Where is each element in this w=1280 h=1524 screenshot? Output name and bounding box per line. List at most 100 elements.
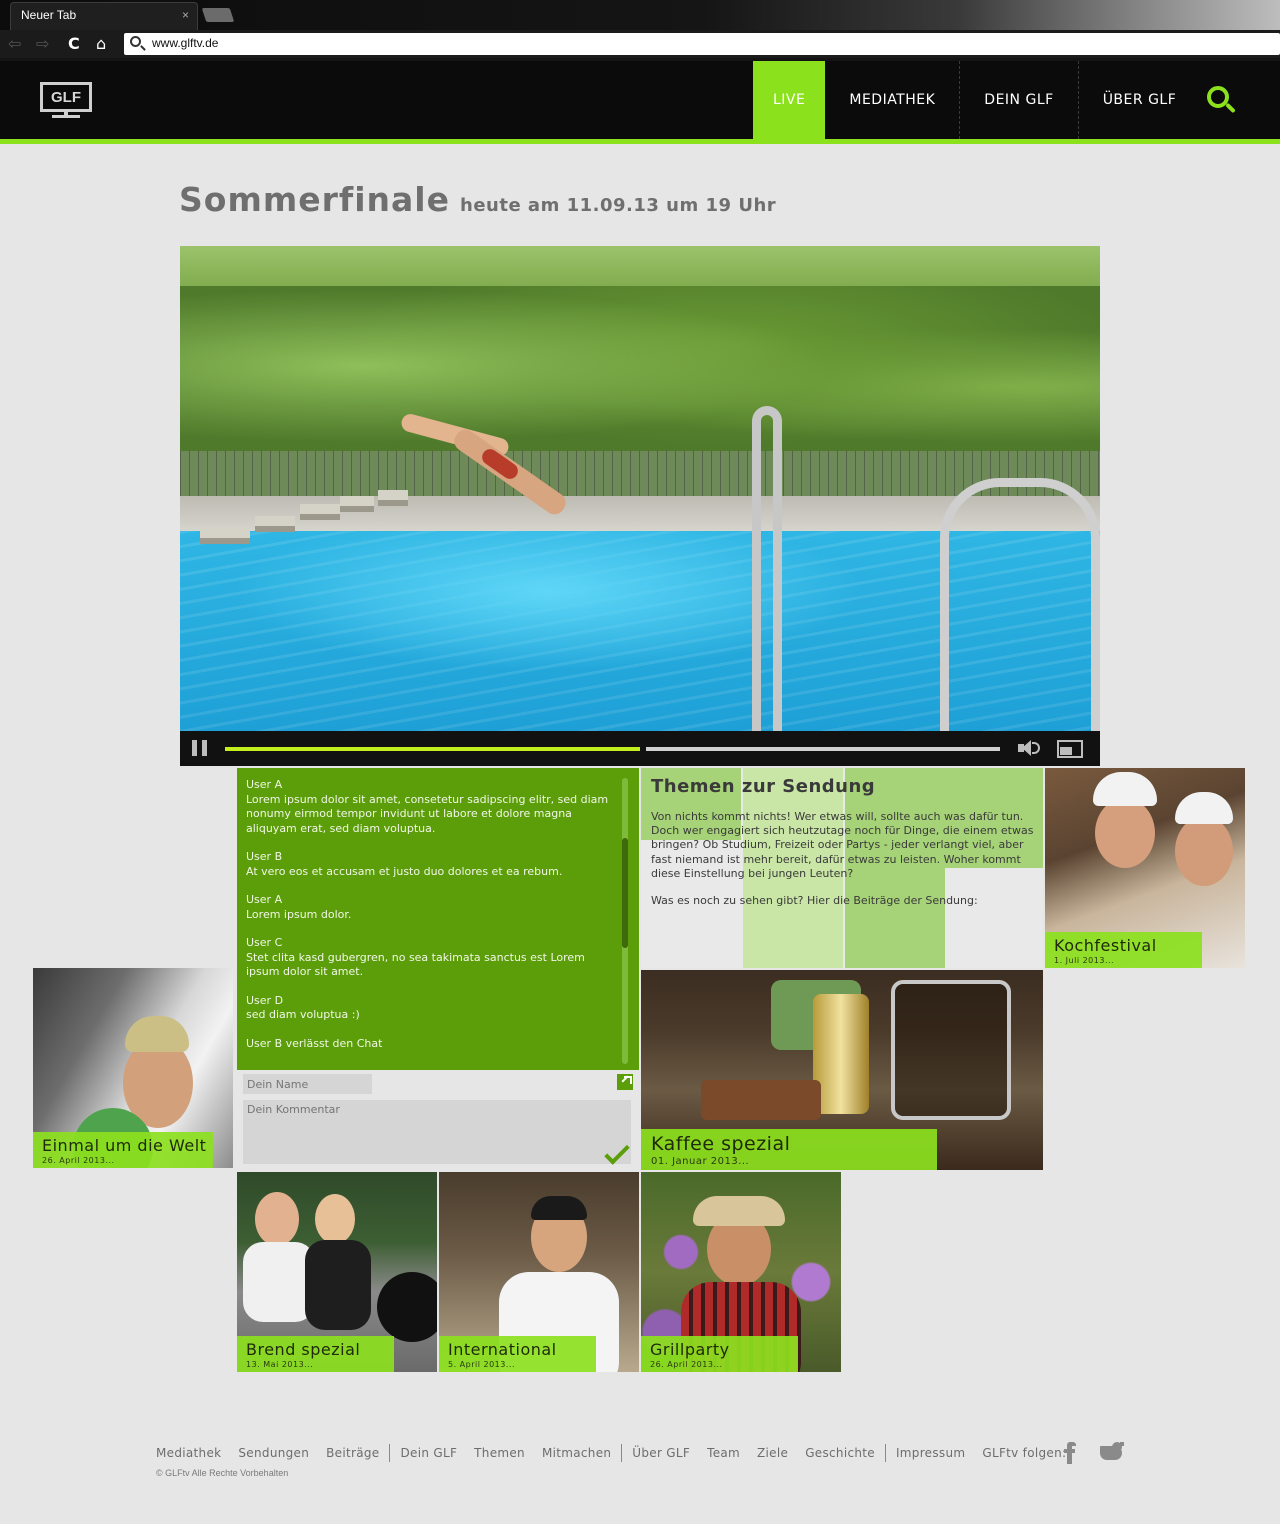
footer-link-mitmachen[interactable]: Mitmachen bbox=[542, 1446, 611, 1460]
footer-link-ziele[interactable]: Ziele bbox=[757, 1446, 788, 1460]
popout-icon[interactable] bbox=[617, 1074, 633, 1090]
video-controls bbox=[180, 731, 1100, 766]
footer-link-über-glf[interactable]: Über GLF bbox=[632, 1446, 690, 1460]
themen-cta: Was es noch zu sehen gibt? Hier die Beit… bbox=[651, 894, 978, 907]
tile-photo-french-press bbox=[891, 980, 1011, 1120]
new-tab-button[interactable] bbox=[201, 8, 235, 22]
search-icon bbox=[130, 36, 141, 47]
address-url: www.glftv.de bbox=[152, 36, 219, 50]
submit-check-icon[interactable] bbox=[603, 1140, 629, 1158]
tile-date: 26. April 2013... bbox=[42, 1156, 115, 1165]
site-header: GLF LIVE MEDIATHEK DEIN GLF ÜBER GLF bbox=[0, 58, 1280, 144]
home-icon[interactable]: ⌂ bbox=[96, 35, 106, 53]
video-tile-einmal-um-die-welt[interactable]: Einmal um die Welt 26. April 2013... bbox=[33, 968, 233, 1168]
footer-link-impressum[interactable]: Impressum bbox=[896, 1446, 965, 1460]
nav-item-live[interactable]: LIVE bbox=[753, 61, 826, 139]
footer-link-mediathek[interactable]: Mediathek bbox=[156, 1446, 221, 1460]
volume-icon[interactable] bbox=[1018, 739, 1042, 757]
tile-caption: International 5. April 2013... bbox=[439, 1336, 596, 1372]
footer-link-beiträge[interactable]: Beiträge bbox=[326, 1446, 379, 1460]
chat-text: Stet clita kasd gubergren, no sea takima… bbox=[246, 950, 585, 979]
chat-message: User B verlässt den Chat bbox=[246, 1037, 616, 1052]
chat-message: User A Lorem ipsum dolor. bbox=[246, 893, 616, 922]
search-icon[interactable] bbox=[1207, 86, 1237, 116]
show-title: Sommerfinale bbox=[179, 180, 450, 219]
logo-text: GLF bbox=[51, 89, 81, 106]
chat-user: User B verlässt den Chat bbox=[246, 1036, 383, 1050]
themen-title: Themen zur Sendung bbox=[651, 776, 876, 797]
live-chat: User A Lorem ipsum dolor sit amet, conset… bbox=[237, 768, 639, 1070]
video-tile-kaffee-spezial[interactable]: Kaffee spezial 01. Januar 2013... bbox=[641, 970, 1043, 1170]
reload-icon[interactable]: C bbox=[68, 35, 80, 53]
footer-link-team[interactable]: Team bbox=[707, 1446, 740, 1460]
chat-name-input[interactable] bbox=[243, 1074, 372, 1094]
chat-user: User A bbox=[246, 778, 283, 791]
video-tile-grillparty[interactable]: Grillparty 26. April 2013... bbox=[641, 1172, 841, 1372]
tile-photo-camera bbox=[377, 1272, 437, 1342]
tile-caption: Kaffee spezial 01. Januar 2013... bbox=[641, 1129, 937, 1170]
chat-scrollbar[interactable] bbox=[620, 778, 630, 1064]
tab-close-icon[interactable]: × bbox=[182, 8, 189, 22]
browser-toolbar: ⇦ ⇨ C ⌂ www.glftv.de bbox=[0, 30, 1280, 58]
footer-divider bbox=[621, 1444, 623, 1462]
chat-comment-input[interactable] bbox=[243, 1100, 631, 1164]
logo-screen: GLF bbox=[40, 82, 92, 112]
chat-text: Lorem ipsum dolor sit amet, consetetur s… bbox=[246, 792, 609, 835]
logo-stand bbox=[52, 115, 80, 118]
pause-icon[interactable] bbox=[192, 740, 208, 756]
chat-user: User B bbox=[246, 850, 283, 863]
video-frame-ladder bbox=[752, 406, 782, 731]
video-progress-fill bbox=[225, 747, 640, 751]
tile-photo-hat bbox=[693, 1196, 785, 1226]
video-progress-handle[interactable] bbox=[640, 746, 646, 752]
chat-message: User C Stet clita kasd gubergren, no sea … bbox=[246, 936, 616, 980]
themen-text: Von nichts kommt nichts! Wer etwas will,… bbox=[651, 810, 1034, 880]
tile-photo-hat bbox=[125, 1016, 189, 1052]
tile-photo-hat bbox=[1175, 792, 1233, 824]
chat-text: At vero eos et accusam et justo duo dolo… bbox=[246, 864, 563, 878]
footer-link-themen[interactable]: Themen bbox=[474, 1446, 525, 1460]
tile-date: 5. April 2013... bbox=[448, 1360, 515, 1369]
nav-item-mediathek[interactable]: MEDIATHEK bbox=[825, 61, 961, 139]
tile-photo-person bbox=[1175, 816, 1233, 886]
browser-tab-title: Neuer Tab bbox=[21, 8, 77, 22]
footer-link-geschichte[interactable]: Geschichte bbox=[805, 1446, 875, 1460]
footer-link-dein-glf[interactable]: Dein GLF bbox=[400, 1446, 457, 1460]
browser-tab[interactable]: Neuer Tab × bbox=[10, 2, 198, 30]
chat-user: User D bbox=[246, 993, 284, 1007]
video-tile-international[interactable]: International 5. April 2013... bbox=[439, 1172, 639, 1372]
video-frame-block bbox=[255, 516, 295, 532]
tile-date: 26. April 2013... bbox=[650, 1360, 723, 1369]
nav-item-ueber-glf[interactable]: ÜBER GLF bbox=[1079, 61, 1201, 139]
video-frame-block bbox=[340, 496, 374, 512]
forward-arrow-icon[interactable]: ⇨ bbox=[36, 35, 49, 53]
back-arrow-icon[interactable]: ⇦ bbox=[8, 35, 21, 53]
glf-logo[interactable]: GLF bbox=[40, 82, 92, 120]
tile-date: 1. Juli 2013... bbox=[1054, 956, 1115, 965]
chat-message: User B At vero eos et accusam et justo du… bbox=[246, 850, 616, 879]
address-bar[interactable]: www.glftv.de bbox=[124, 33, 1280, 55]
tile-photo-hat bbox=[1093, 772, 1157, 806]
footer-divider bbox=[389, 1444, 391, 1462]
video-frame-ladder bbox=[940, 478, 1100, 731]
twitter-icon[interactable] bbox=[1098, 1440, 1124, 1464]
tile-title: Brend spezial bbox=[246, 1340, 361, 1359]
video-progress-bar[interactable] bbox=[225, 746, 1000, 752]
tile-caption: Grillparty 26. April 2013... bbox=[641, 1336, 798, 1372]
video-tile-kochfestival[interactable]: Kochfestival 1. Juli 2013... bbox=[1045, 768, 1245, 968]
facebook-icon[interactable] bbox=[1062, 1440, 1078, 1464]
nav-item-dein-glf[interactable]: DEIN GLF bbox=[960, 61, 1079, 139]
tile-date: 13. Mai 2013... bbox=[246, 1360, 314, 1369]
video-player[interactable] bbox=[180, 246, 1100, 731]
tile-title: Einmal um die Welt bbox=[42, 1136, 207, 1155]
chat-message: User A Lorem ipsum dolor sit amet, conset… bbox=[246, 778, 616, 836]
tile-photo-person bbox=[1095, 798, 1155, 868]
chat-text: Lorem ipsum dolor. bbox=[246, 907, 352, 921]
video-tile-brend-spezial[interactable]: Brend spezial 13. Mai 2013... bbox=[237, 1172, 437, 1372]
themen-panel: Themen zur Sendung Von nichts kommt nich… bbox=[641, 768, 1043, 968]
tile-caption: Brend spezial 13. Mai 2013... bbox=[237, 1336, 394, 1372]
fullscreen-icon[interactable] bbox=[1057, 740, 1083, 758]
footer-link-sendungen[interactable]: Sendungen bbox=[238, 1446, 309, 1460]
tile-photo-hair bbox=[531, 1196, 587, 1220]
follow-label: GLFtv folgen: bbox=[982, 1446, 1067, 1460]
